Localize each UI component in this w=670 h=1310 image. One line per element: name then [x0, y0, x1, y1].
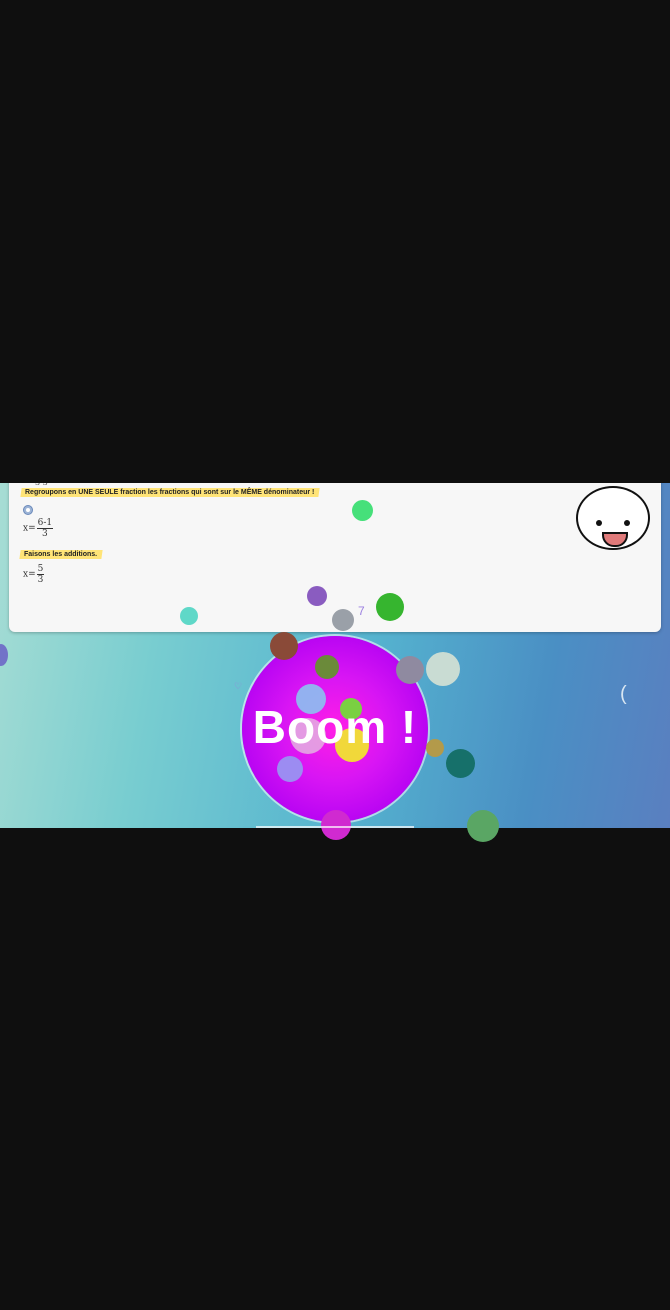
- bubble[interactable]: [332, 609, 354, 631]
- step1-highlight: Regroupons en UNE SEULE fraction les fra…: [20, 488, 321, 497]
- step2-highlight: Faisons les additions.: [19, 550, 103, 559]
- smiley-face-icon[interactable]: [576, 486, 650, 550]
- stray-glyph: 7: [358, 604, 365, 618]
- bubble[interactable]: [376, 593, 404, 621]
- face-eye-left: [596, 520, 602, 526]
- face-eye-right: [624, 520, 630, 526]
- step1-fraction: 6-1 3: [36, 518, 54, 539]
- bubble[interactable]: [426, 739, 444, 757]
- home-indicator: [256, 826, 414, 828]
- face-mouth: [602, 532, 628, 547]
- step1-equation: x= 6-1 3: [23, 518, 54, 539]
- partial-equation: 3 3: [35, 483, 48, 487]
- step-bullet-icon: [23, 505, 33, 515]
- bubble[interactable]: [467, 810, 499, 842]
- bubble[interactable]: [426, 652, 460, 686]
- bubble[interactable]: [315, 655, 339, 679]
- bubble[interactable]: [277, 756, 303, 782]
- bubble[interactable]: [180, 607, 198, 625]
- bubble[interactable]: [396, 656, 424, 684]
- bubble[interactable]: [307, 586, 327, 606]
- bubble[interactable]: [446, 749, 475, 778]
- step1-label: Regroupons en UNE SEULE fraction les fra…: [25, 489, 315, 496]
- stray-glyph: (: [620, 683, 627, 705]
- step2-equation: x= 5 3: [23, 564, 45, 585]
- bubble[interactable]: [270, 632, 298, 660]
- boom-label: Boom !: [252, 701, 418, 753]
- bubble[interactable]: [321, 810, 351, 840]
- lesson-card: 3 3 Regroupons en UNE SEULE fraction les…: [9, 483, 661, 632]
- step2-fraction: 53: [36, 564, 45, 585]
- heart-icon: ♡: [234, 681, 243, 691]
- step2-label: Faisons les additions.: [24, 551, 98, 558]
- bubble[interactable]: [352, 500, 373, 521]
